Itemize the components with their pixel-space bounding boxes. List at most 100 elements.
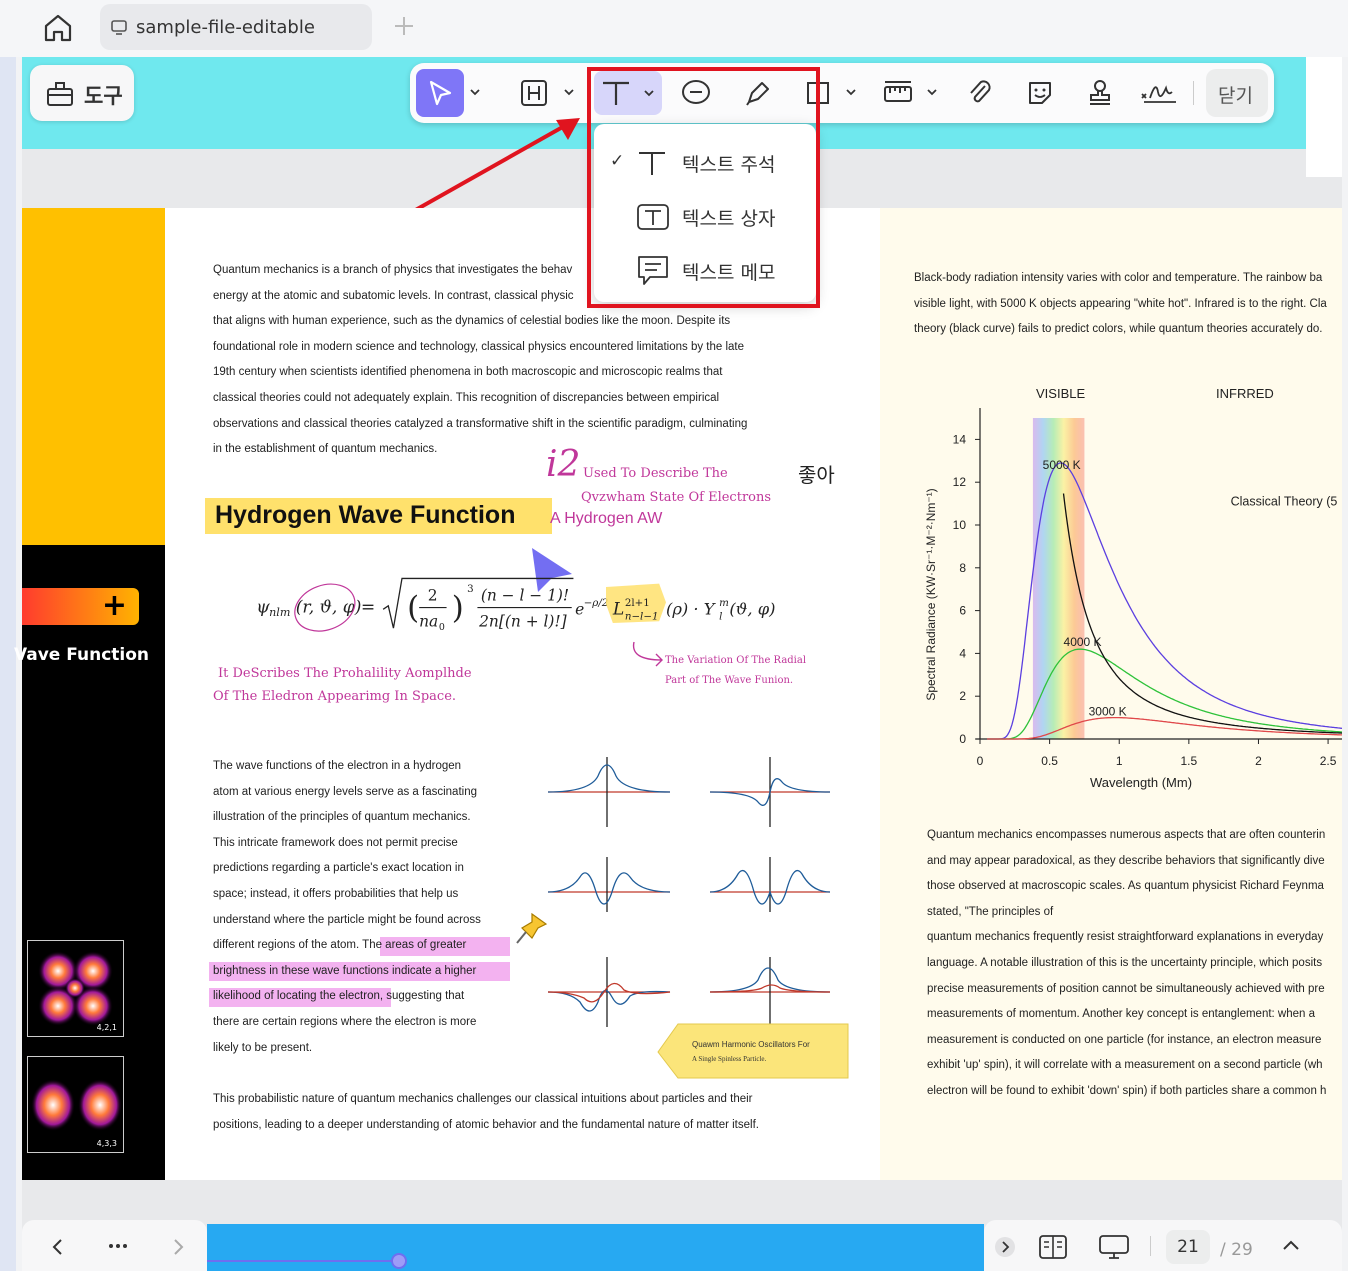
add-button[interactable]: + xyxy=(22,588,139,625)
previous-page-right xyxy=(1306,57,1342,177)
text-line: there are certain regions where the elec… xyxy=(213,1015,477,1028)
region-label-visible: VISIBLE xyxy=(1036,386,1085,401)
red-highlight-box xyxy=(587,67,820,308)
svg-text:nlm: nlm xyxy=(269,606,290,619)
annotation-text[interactable]: Of The Eledron Appearimg In Space. xyxy=(213,689,456,704)
sticky-note-shape xyxy=(657,1023,849,1079)
text-line: classical theories could not adequately … xyxy=(213,391,720,404)
y-tick-label: 4 xyxy=(959,646,966,660)
text-line: observations and classical theories cata… xyxy=(213,417,748,430)
orbital-thumbnail-1: 4,2,1 xyxy=(27,940,124,1037)
text-line: The wave functions of the electron in a … xyxy=(213,760,462,772)
annotation-text[interactable]: Part of The Wave Funion. xyxy=(665,675,793,686)
text-line: measurement is conducted on one particle… xyxy=(927,1033,1322,1046)
more-icon[interactable] xyxy=(108,1242,128,1250)
annotation-arrow xyxy=(632,641,663,667)
tab-title: sample-file-editable xyxy=(136,17,315,38)
wave-function-title: Vave Function xyxy=(14,645,150,665)
y-tick-label: 0 xyxy=(959,732,966,746)
sticker-tool-button[interactable] xyxy=(1022,75,1058,111)
annotation-text[interactable]: The Variation Of The Radial xyxy=(665,655,806,666)
annotation-text[interactable]: Qvzwham State Of Electrons xyxy=(581,490,771,505)
annotation-hydrogen[interactable]: A Hydrogen AW xyxy=(550,510,662,528)
text-line: different regions of the atom. The areas… xyxy=(213,939,467,952)
annotation-korean[interactable]: 좋아 xyxy=(798,459,835,488)
svg-text:(ρ) · Y: (ρ) · Y xyxy=(666,599,717,618)
svg-text:): ) xyxy=(452,590,464,626)
text-line: theory (black curve) fails to predict co… xyxy=(914,323,1323,336)
highlight-tool-button[interactable] xyxy=(516,75,552,111)
close-toolbar-button[interactable]: 닫기 xyxy=(1206,69,1268,117)
divider xyxy=(1150,1236,1151,1256)
chevron-down-icon[interactable] xyxy=(562,85,576,99)
series-line xyxy=(1062,493,1342,734)
sticky-note-text[interactable]: Quawm Harmonic Oscillators For xyxy=(692,1040,810,1049)
signature-tool-button[interactable] xyxy=(1140,75,1180,111)
current-page: 21 xyxy=(1177,1237,1199,1257)
total-pages: / 29 xyxy=(1220,1240,1253,1260)
presentation-icon[interactable] xyxy=(1098,1234,1130,1260)
measure-tool-button[interactable] xyxy=(880,75,916,111)
text-line: exhibit 'up' spin), it will correlate wi… xyxy=(927,1059,1323,1072)
document-tab[interactable]: sample-file-editable xyxy=(100,4,372,50)
text-line: understand where the particle might be f… xyxy=(213,913,481,926)
reading-mode-icon[interactable] xyxy=(1038,1234,1068,1260)
slider-fill xyxy=(207,1260,397,1262)
sticky-note-text[interactable]: A Single Spinless Particle. xyxy=(692,1055,766,1063)
chevron-left-icon[interactable] xyxy=(50,1238,66,1256)
svg-text:=: = xyxy=(361,598,375,618)
x-tick-label: 1 xyxy=(1116,754,1123,768)
text-line: stated, "The principles of xyxy=(927,905,1054,918)
annotation-text[interactable]: Used To Describe The xyxy=(583,466,728,481)
text-line: brightness in these wave functions indic… xyxy=(213,964,477,977)
text-line: electron will be found to exhibit 'down'… xyxy=(927,1084,1327,1097)
home-button[interactable] xyxy=(40,10,76,46)
text-line: and may appear paradoxical, as they desc… xyxy=(927,854,1325,867)
chevron-down-icon[interactable] xyxy=(925,85,939,99)
svg-text:L: L xyxy=(612,599,624,619)
region-label-infrared: INFRRED xyxy=(1216,386,1274,401)
close-label: 닫기 xyxy=(1218,85,1253,107)
y-tick-label: 14 xyxy=(953,432,967,446)
plus-icon xyxy=(395,17,413,35)
series-label: 3000 K xyxy=(1089,704,1127,718)
home-icon xyxy=(44,14,72,42)
text-line: space; instead, it offers probabilities … xyxy=(213,887,459,900)
svg-text:n−l−1: n−l−1 xyxy=(625,611,659,623)
text-line: language. A notable illustration of this… xyxy=(927,956,1323,969)
svg-text:(: ( xyxy=(407,590,419,626)
toolbox-icon xyxy=(47,82,73,106)
series-label: Classical Theory (5 xyxy=(1231,495,1338,509)
series-label: 4000 K xyxy=(1064,635,1102,649)
svg-text:2n[(n + l)!]: 2n[(n + l)!] xyxy=(478,612,567,630)
svg-text:na: na xyxy=(419,612,438,630)
annotation-text[interactable]: It DeScribes The Prohalility Aomplhde xyxy=(218,666,472,681)
svg-text:0: 0 xyxy=(439,622,445,633)
page-slider-track[interactable] xyxy=(207,1224,984,1271)
section-heading: Hydrogen Wave Function xyxy=(205,498,552,534)
annotation-i2[interactable]: i2 xyxy=(546,444,580,485)
page-number-input[interactable]: 21 xyxy=(1166,1230,1210,1264)
svg-text:2l+1: 2l+1 xyxy=(625,597,650,609)
bottom-nav-left xyxy=(22,1220,207,1271)
expand-circle-icon[interactable] xyxy=(994,1236,1016,1258)
tools-button[interactable]: 도구 xyxy=(30,65,134,121)
chevron-up-icon[interactable] xyxy=(1282,1238,1300,1252)
slider-handle[interactable] xyxy=(391,1253,407,1269)
svg-text:3: 3 xyxy=(467,583,474,595)
body-paragraph: The wave functions of the electron in a … xyxy=(213,754,513,1061)
chevron-right-icon[interactable] xyxy=(170,1238,186,1256)
x-tick-label: 0.5 xyxy=(1041,754,1058,768)
svg-text:ψ: ψ xyxy=(256,598,270,618)
svg-text:−ρ/2: −ρ/2 xyxy=(584,597,609,609)
chevron-down-icon[interactable] xyxy=(468,85,482,99)
attachment-tool-button[interactable] xyxy=(962,75,998,111)
text-line: Quantum mechanics encompasses numerous a… xyxy=(927,829,1326,841)
cursor-icon xyxy=(429,80,452,106)
text-line: visible light, with 5000 K objects appea… xyxy=(914,297,1327,310)
text-line: predictions regarding a particle's exact… xyxy=(213,862,464,875)
heading-h-icon xyxy=(521,80,547,106)
stamp-tool-button[interactable] xyxy=(1082,75,1118,111)
chevron-down-icon[interactable] xyxy=(844,85,858,99)
new-tab-button[interactable] xyxy=(392,14,416,38)
